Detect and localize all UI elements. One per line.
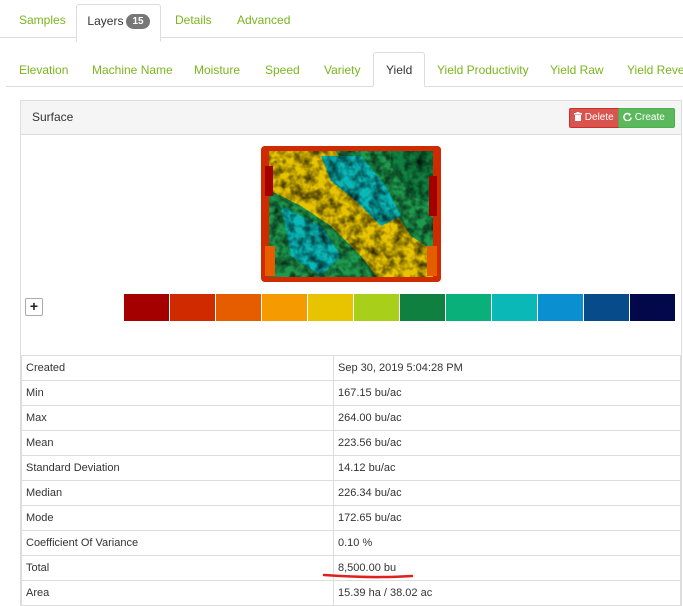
delete-label: Delete [584, 112, 614, 123]
tab-label: Advanced [237, 13, 291, 27]
legend-swatch [124, 294, 169, 321]
stat-label: Standard Deviation [21, 455, 334, 481]
tab-label: Layers [87, 14, 124, 28]
stats-row: Max 264.00 bu/ac [21, 405, 681, 431]
stats-row: Median 226.34 bu/ac [21, 480, 681, 506]
tab-label: Yield Productivity [437, 63, 529, 77]
legend-swatch [584, 294, 629, 321]
stats-row: Coefficient Of Variance 0.10 % [21, 530, 681, 556]
legend-swatch [262, 294, 307, 321]
stat-value: 0.10 % [333, 530, 681, 556]
legend-swatch [354, 294, 399, 321]
top-tab-bar: Samples Layers 15 Details Advanced [0, 0, 683, 42]
create-label: Create [634, 112, 665, 123]
tab-elevation[interactable]: Elevation [19, 52, 68, 86]
tab-moisture[interactable]: Moisture [194, 52, 240, 86]
stat-label: Mode [21, 505, 334, 531]
stats-row: Area 15.39 ha / 38.02 ac [21, 580, 681, 606]
stats-row: Mean 223.56 bu/ac [21, 430, 681, 456]
tab-label: Variety [324, 63, 361, 77]
yield-map [261, 146, 441, 282]
legend-swatch [446, 294, 491, 321]
surface-panel: Surface Delete Create + Created Sep 30, … [20, 100, 682, 606]
layer-tab-bar: Elevation Machine Name Moisture Speed Va… [6, 52, 683, 87]
delete-button[interactable]: Delete [569, 108, 623, 128]
color-legend [124, 294, 676, 321]
stat-label: Median [21, 480, 334, 506]
tab-label: Yield Revenue [627, 63, 683, 77]
panel-header: Surface Delete Create [21, 101, 681, 135]
stat-value: 167.15 bu/ac [333, 380, 681, 406]
stat-label: Area [21, 580, 334, 606]
tab-layers[interactable]: Layers 15 [76, 4, 161, 42]
tab-samples[interactable]: Samples [19, 0, 66, 37]
tab-label: Moisture [194, 63, 241, 77]
stats-row: Min 167.15 bu/ac [21, 380, 681, 406]
stats-row: Mode 172.65 bu/ac [21, 505, 681, 531]
refresh-icon [623, 112, 632, 122]
legend-swatch [400, 294, 445, 321]
tab-label: Elevation [19, 63, 69, 77]
legend-swatch [216, 294, 261, 321]
legend-swatch [170, 294, 215, 321]
trash-icon [574, 112, 582, 121]
stat-value: Sep 30, 2019 5:04:28 PM [333, 355, 681, 381]
tab-details[interactable]: Details [175, 0, 212, 37]
tab-advanced[interactable]: Advanced [237, 0, 290, 37]
add-icon[interactable]: + [25, 298, 43, 316]
stat-value: 172.65 bu/ac [333, 505, 681, 531]
stat-label: Max [21, 405, 334, 431]
tab-yield[interactable]: Yield [373, 52, 426, 87]
stat-value: 226.34 bu/ac [333, 480, 681, 506]
legend-swatch [538, 294, 583, 321]
stats-table: Created Sep 30, 2019 5:04:28 PM Min 167.15 … [21, 355, 681, 606]
stat-value: 14.12 bu/ac [333, 455, 681, 481]
tab-speed[interactable]: Speed [265, 52, 300, 86]
tab-label: Details [175, 13, 212, 27]
tab-yield-raw[interactable]: Yield Raw [550, 52, 604, 86]
stat-value: 223.56 bu/ac [333, 430, 681, 456]
stat-value: 264.00 bu/ac [333, 405, 681, 431]
stat-label: Total [21, 555, 334, 581]
tab-label: Yield [386, 63, 413, 77]
legend-swatch [492, 294, 537, 321]
stats-row: Standard Deviation 14.12 bu/ac [21, 455, 681, 481]
layers-count-badge: 15 [126, 14, 150, 29]
legend-swatch [308, 294, 353, 321]
tab-label: Speed [265, 63, 300, 77]
legend-swatch [630, 294, 675, 321]
stat-value: 15.39 ha / 38.02 ac [333, 580, 681, 606]
panel-title: Surface [32, 110, 74, 124]
stat-label: Min [21, 380, 334, 406]
total-underline-annotation [322, 573, 414, 579]
tab-variety[interactable]: Variety [324, 52, 360, 86]
stats-row: Created Sep 30, 2019 5:04:28 PM [21, 355, 681, 381]
stat-label: Created [21, 355, 334, 381]
create-button[interactable]: Create [618, 108, 675, 128]
stat-label: Coefficient Of Variance [21, 530, 334, 556]
tab-yield-revenue[interactable]: Yield Revenue [627, 52, 683, 86]
stat-label: Mean [21, 430, 334, 456]
tab-label: Machine Name [92, 63, 173, 77]
tab-label: Yield Raw [550, 63, 604, 77]
tab-label: Samples [19, 13, 66, 27]
tab-machine-name[interactable]: Machine Name [92, 52, 173, 86]
tab-yield-productivity[interactable]: Yield Productivity [437, 52, 529, 86]
